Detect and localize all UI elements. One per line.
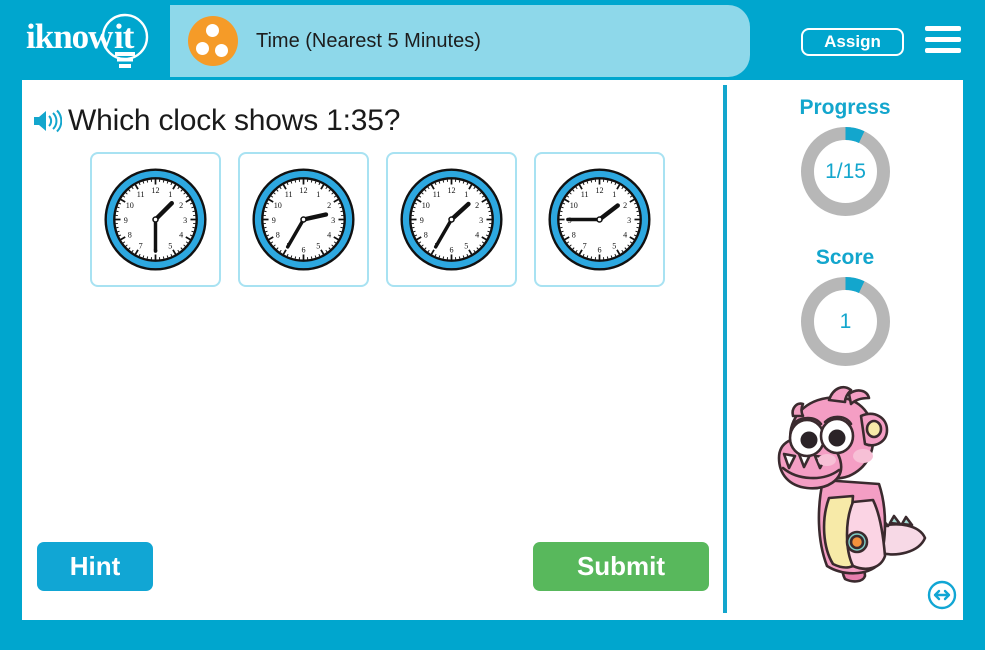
svg-text:4: 4: [623, 231, 627, 240]
svg-text:1: 1: [168, 190, 172, 199]
svg-text:10: 10: [570, 201, 578, 210]
category-title-tab: Time (Nearest 5 Minutes): [170, 5, 750, 77]
clock-face-a: 121234567891011: [104, 168, 207, 271]
question-text: Which clock shows 1:35?: [68, 104, 401, 137]
lesson-title: Time (Nearest 5 Minutes): [256, 30, 481, 52]
svg-text:1: 1: [316, 190, 320, 199]
hint-button[interactable]: Hint: [37, 542, 153, 591]
svg-text:5: 5: [168, 242, 172, 251]
svg-text:7: 7: [139, 242, 143, 251]
progress-value: 1/15: [825, 159, 866, 183]
svg-text:iknow: iknow: [26, 17, 114, 56]
svg-text:12: 12: [447, 186, 455, 195]
lightbulb-icon: iknow it: [26, 13, 149, 68]
svg-text:it: it: [114, 17, 135, 56]
svg-text:10: 10: [126, 201, 134, 210]
iknowit-logo[interactable]: iknow it: [22, 12, 172, 70]
svg-text:3: 3: [331, 216, 335, 225]
svg-text:8: 8: [128, 231, 132, 240]
clock-face-c: 121234567891011: [400, 168, 503, 271]
svg-text:3: 3: [479, 216, 483, 225]
question-row: Which clock shows 1:35?: [32, 98, 400, 144]
svg-text:1: 1: [464, 190, 468, 199]
svg-text:4: 4: [179, 231, 183, 240]
score-value: 1: [839, 309, 852, 333]
svg-text:11: 11: [285, 190, 293, 199]
svg-text:11: 11: [137, 190, 145, 199]
svg-text:7: 7: [583, 242, 587, 251]
app-header: iknow it Time (Nearest 5 Minutes) Assign: [0, 0, 985, 80]
pink-monster-mascot: [757, 380, 947, 595]
svg-text:9: 9: [420, 216, 424, 225]
resize-horizontal-icon[interactable]: [927, 580, 957, 610]
status-panel: Progress 1/15 Score 1: [727, 80, 963, 620]
svg-text:10: 10: [274, 201, 282, 210]
hamburger-menu-icon[interactable]: [925, 25, 961, 55]
svg-text:2: 2: [475, 201, 479, 210]
score-label: Score: [815, 246, 875, 269]
svg-text:8: 8: [276, 231, 280, 240]
svg-text:3: 3: [183, 216, 187, 225]
answer-choice-c[interactable]: 121234567891011: [386, 152, 517, 287]
answer-choice-b[interactable]: 121234567891011: [238, 152, 369, 287]
submit-button[interactable]: Submit: [533, 542, 709, 591]
svg-text:10: 10: [422, 201, 430, 210]
svg-text:5: 5: [612, 242, 616, 251]
mascot-graphic: [777, 386, 927, 583]
svg-text:2: 2: [179, 201, 183, 210]
svg-text:5: 5: [464, 242, 468, 251]
svg-text:6: 6: [449, 246, 453, 255]
svg-text:9: 9: [124, 216, 128, 225]
score-ring: 1: [727, 274, 963, 378]
svg-text:4: 4: [475, 231, 479, 240]
svg-text:1: 1: [612, 190, 616, 199]
answer-choices: 121234567891011 121234567891011 12123456…: [90, 152, 665, 287]
svg-text:12: 12: [299, 186, 307, 195]
svg-text:2: 2: [327, 201, 331, 210]
main-stage: Which clock shows 1:35? 121234567891011 …: [22, 80, 963, 620]
svg-text:11: 11: [433, 190, 441, 199]
clock-face-b: 121234567891011: [252, 168, 355, 271]
svg-text:4: 4: [327, 231, 331, 240]
svg-text:11: 11: [581, 190, 589, 199]
progress-ring: 1/15: [727, 124, 963, 228]
app-window: iknow it Time (Nearest 5 Minutes) Assign: [0, 0, 985, 650]
progress-label: Progress: [799, 96, 891, 119]
svg-text:2: 2: [623, 201, 627, 210]
assign-button[interactable]: Assign: [801, 28, 904, 56]
svg-text:12: 12: [151, 186, 159, 195]
svg-text:3: 3: [627, 216, 631, 225]
answer-choice-a[interactable]: 121234567891011: [90, 152, 221, 287]
svg-text:9: 9: [272, 216, 276, 225]
speaker-icon[interactable]: [32, 108, 62, 134]
three-dots-circle-icon: [188, 16, 238, 66]
svg-text:6: 6: [597, 246, 601, 255]
svg-text:8: 8: [572, 231, 576, 240]
svg-text:5: 5: [316, 242, 320, 251]
svg-text:6: 6: [301, 246, 305, 255]
clock-face-d: 121234567891011: [548, 168, 651, 271]
answer-choice-d[interactable]: 121234567891011: [534, 152, 665, 287]
svg-text:12: 12: [595, 186, 603, 195]
svg-text:8: 8: [424, 231, 428, 240]
